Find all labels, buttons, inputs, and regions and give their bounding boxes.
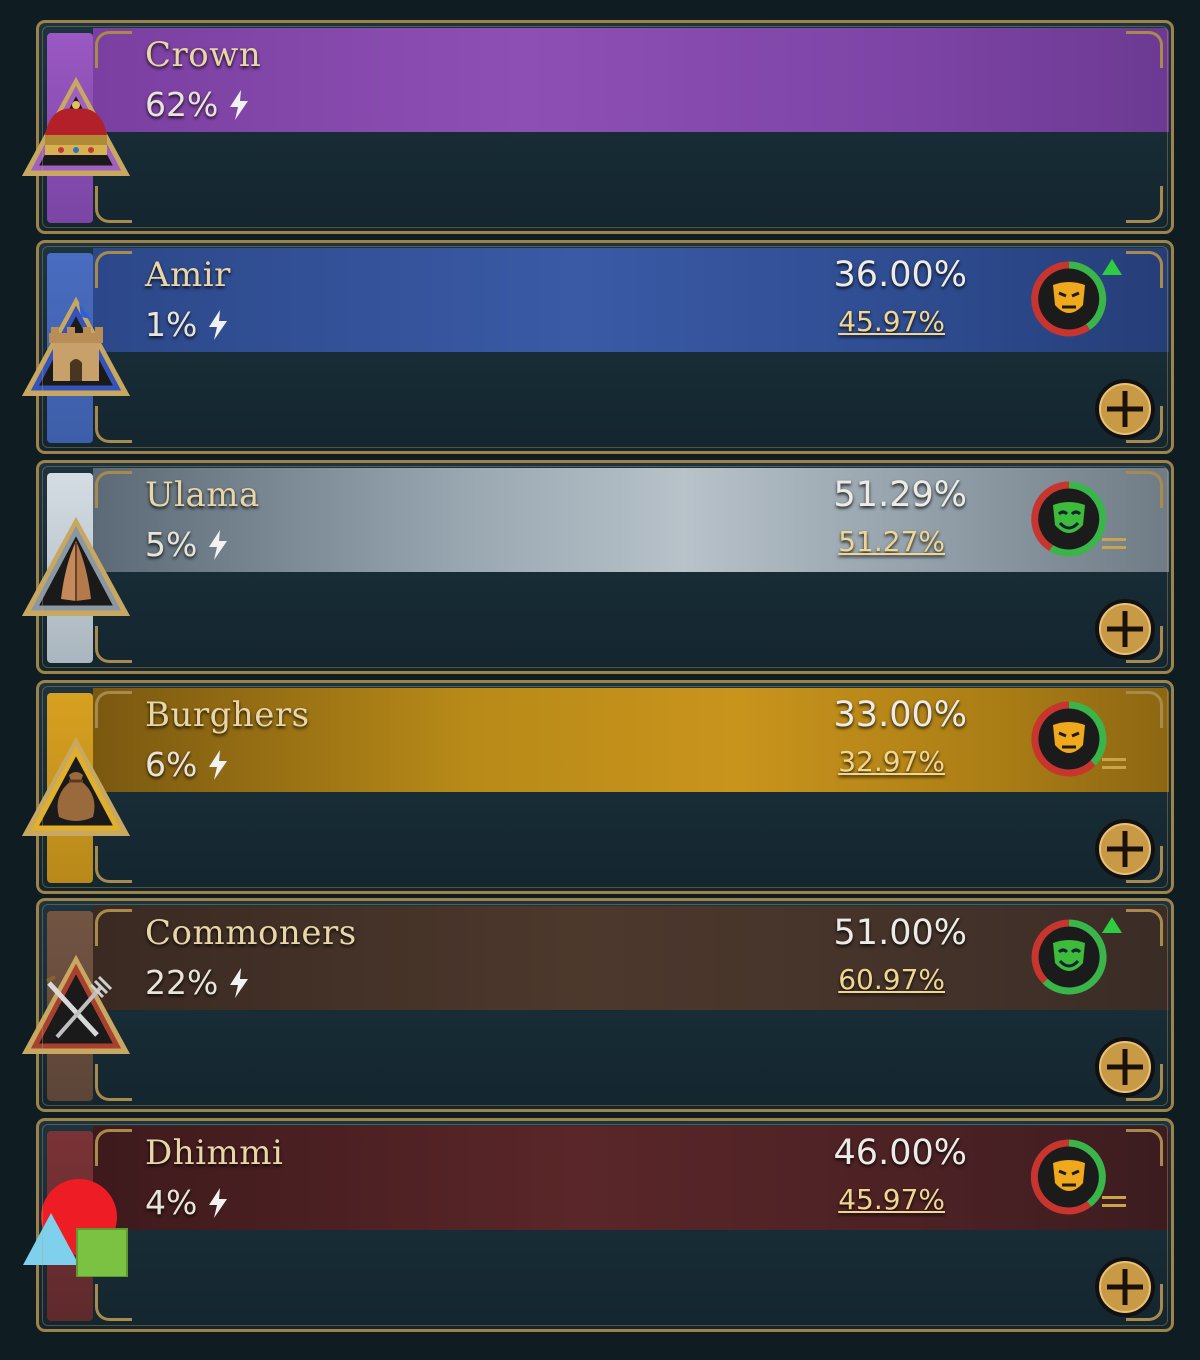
estate-influence: 51.00%	[833, 913, 967, 953]
estate-power-value: 22%	[145, 963, 219, 1002]
mood-neutral-mask-icon[interactable]	[1031, 701, 1107, 777]
estate-influence: 36.00%	[833, 255, 967, 295]
frame-corner	[1126, 31, 1163, 68]
estate-name: Crown	[145, 35, 262, 75]
trend-up-icon	[1102, 917, 1122, 933]
estate-card-crown[interactable]: Crown 62%	[21, 20, 1174, 234]
frame-corner	[95, 1129, 132, 1166]
frame-corner	[95, 1284, 132, 1321]
add-privilege-button[interactable]	[1093, 1035, 1157, 1099]
lightning-icon	[209, 529, 228, 560]
castle-tower-icon	[21, 296, 131, 396]
frame-corner	[95, 846, 132, 883]
estate-loyalty[interactable]: 60.97%	[838, 963, 945, 996]
estate-card-burghers[interactable]: Burghers 6% 33.00% 32.97%	[21, 680, 1174, 894]
estate-name: Ulama	[145, 475, 260, 515]
estate-loyalty[interactable]: 32.97%	[838, 745, 945, 778]
estate-card-dhimmi[interactable]: Dhimmi 4% 46.00% 45.97%	[23, 1118, 1174, 1332]
estate-card-ulama[interactable]: Ulama 5% 51.29% 51.27%	[21, 460, 1174, 674]
frame-corner	[1126, 1129, 1163, 1166]
estate-card-amir[interactable]: Amir 1% 36.00% 45.97%	[21, 240, 1174, 454]
mood-neutral-mask-icon[interactable]	[1031, 1139, 1107, 1215]
shapes-icon	[23, 1179, 128, 1277]
lightning-icon	[209, 309, 228, 340]
lightning-icon	[230, 967, 249, 998]
add-privilege-button[interactable]	[1093, 817, 1157, 881]
estates-panel: Crown 62% Amir 1% 36.00% 45.97% Ulama 5%…	[0, 0, 1200, 1360]
frame-corner	[1126, 186, 1163, 223]
estate-power-value: 62%	[145, 85, 219, 124]
estate-power: 62%	[145, 85, 250, 124]
estate-power: 22%	[145, 963, 250, 1002]
estate-power: 1%	[145, 305, 229, 344]
frame-corner	[1126, 471, 1163, 508]
add-privilege-button[interactable]	[1093, 1255, 1157, 1319]
frame-corner	[95, 31, 132, 68]
frame-corner	[95, 186, 132, 223]
estate-name: Burghers	[145, 695, 310, 735]
frame-corner	[1126, 909, 1163, 946]
coin-sack-icon	[21, 736, 131, 836]
mood-happy-mask-icon[interactable]	[1031, 481, 1107, 557]
estate-name: Commoners	[145, 913, 357, 953]
lightning-icon	[209, 1187, 228, 1218]
frame-corner	[95, 691, 132, 728]
frame-corner	[95, 251, 132, 288]
frame-corner	[95, 1064, 132, 1101]
estate-card-commoners[interactable]: Commoners 22% 51.00% 60.97%	[21, 898, 1174, 1112]
frame-corner	[95, 909, 132, 946]
crown-icon	[21, 76, 131, 176]
mood-happy-mask-icon[interactable]	[1031, 919, 1107, 995]
estate-loyalty[interactable]: 51.27%	[838, 525, 945, 558]
trend-equal-icon	[1102, 1196, 1126, 1207]
trend-equal-icon	[1102, 538, 1126, 549]
estate-loyalty[interactable]: 45.97%	[838, 1183, 945, 1216]
estate-power: 6%	[145, 745, 229, 784]
add-privilege-button[interactable]	[1093, 597, 1157, 661]
estate-name: Dhimmi	[145, 1133, 284, 1173]
frame-corner	[95, 471, 132, 508]
estate-influence: 46.00%	[833, 1133, 967, 1173]
frame-corner	[1126, 251, 1163, 288]
mood-neutral-mask-icon[interactable]	[1031, 261, 1107, 337]
estate-power-value: 1%	[145, 305, 198, 344]
lightning-icon	[209, 749, 228, 780]
frame-corner	[95, 406, 132, 443]
estate-influence: 51.29%	[833, 475, 967, 515]
estate-influence: 33.00%	[833, 695, 967, 735]
trend-equal-icon	[1102, 758, 1126, 769]
estate-power-value: 4%	[145, 1183, 198, 1222]
estate-power-value: 6%	[145, 745, 198, 784]
trend-up-icon	[1102, 259, 1122, 275]
lightning-icon	[230, 89, 249, 120]
frame-corner	[1126, 691, 1163, 728]
estate-name: Amir	[145, 255, 231, 295]
estate-loyalty[interactable]: 45.97%	[838, 305, 945, 338]
estate-banner	[93, 248, 1169, 352]
pitchfork-sword-icon	[21, 954, 131, 1054]
praying-hands-icon	[21, 516, 131, 616]
estate-power-value: 5%	[145, 525, 198, 564]
estate-power: 4%	[145, 1183, 229, 1222]
frame-corner	[95, 626, 132, 663]
add-privilege-button[interactable]	[1093, 377, 1157, 441]
estate-power: 5%	[145, 525, 229, 564]
